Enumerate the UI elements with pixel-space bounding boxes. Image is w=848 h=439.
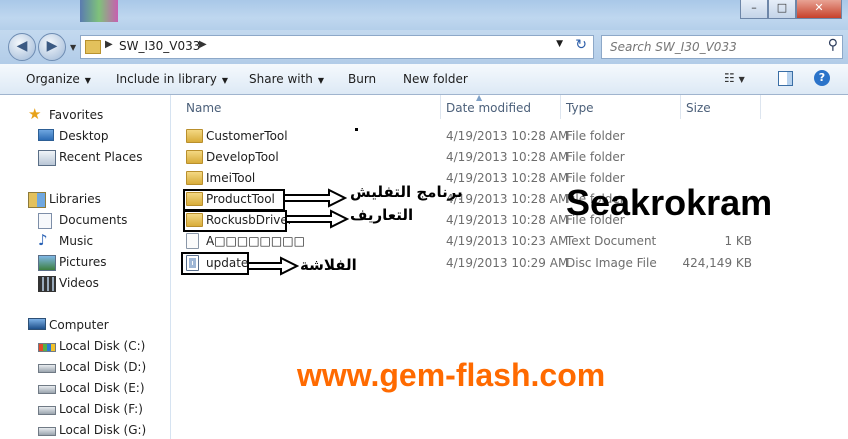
back-arrow-icon: ◀ xyxy=(16,38,28,54)
change-view-button[interactable]: ☷ ▼ xyxy=(724,71,745,85)
libraries-icon xyxy=(28,192,46,208)
burn-button[interactable]: Burn xyxy=(348,72,376,86)
annotation-flashing-program: برنامج التفليش xyxy=(350,183,463,201)
documents-icon xyxy=(38,213,52,229)
arrow-icon xyxy=(283,188,347,208)
desktop-icon xyxy=(38,129,54,141)
chevron-down-icon: ▼ xyxy=(317,76,325,85)
title-bar: – □ ✕ xyxy=(0,0,848,30)
highlight-box-update xyxy=(181,252,249,275)
search-input[interactable] xyxy=(608,39,812,55)
refresh-icon[interactable]: ↻ xyxy=(575,37,587,53)
column-header-name[interactable]: Name xyxy=(186,101,221,115)
navigation-pane: ★ Favorites Desktop Recent Places Librar… xyxy=(0,95,171,439)
recent-places-icon xyxy=(38,150,56,166)
stray-dot xyxy=(355,128,358,131)
include-in-library-button[interactable]: Include in library ▼ xyxy=(116,72,228,86)
search-box[interactable]: ⚲ xyxy=(601,35,843,59)
highlight-box-producttool xyxy=(183,189,285,211)
forward-arrow-icon: ▶ xyxy=(46,38,58,54)
column-divider[interactable] xyxy=(440,95,441,119)
recent-pages-dropdown[interactable]: ▼ xyxy=(70,43,76,52)
watermark-brand: Seakrokram xyxy=(566,182,773,223)
computer-icon xyxy=(28,318,46,330)
file-row[interactable]: A□□□□□□□□ 4/19/2013 10:23 AM Text Docume… xyxy=(172,231,772,251)
column-divider[interactable] xyxy=(560,95,561,119)
chevron-down-icon: ▼ xyxy=(738,75,745,84)
annotation-drivers: التعاريف xyxy=(350,206,414,224)
breadcrumb-current[interactable]: SW_I30_V033 xyxy=(119,39,200,53)
back-button[interactable]: ◀ xyxy=(8,33,36,61)
pictures-icon xyxy=(38,255,56,271)
file-row[interactable]: CustomerTool 4/19/2013 10:28 AM File fol… xyxy=(172,126,772,146)
column-header-size[interactable]: Size xyxy=(686,101,711,115)
highlight-box-rockusbdriver xyxy=(183,210,287,232)
minimize-button[interactable]: – xyxy=(740,0,768,19)
maximize-button[interactable]: □ xyxy=(768,0,796,19)
forward-button[interactable]: ▶ xyxy=(38,33,66,61)
folder-icon xyxy=(85,40,101,54)
column-headers: ▲ Name Date modified Type Size xyxy=(172,93,838,119)
organize-button[interactable]: Organize ▼ xyxy=(26,72,91,86)
new-folder-button[interactable]: New folder xyxy=(403,72,468,86)
watermark-url: www.gem-flash.com xyxy=(297,357,606,393)
text-document-icon xyxy=(186,233,199,249)
help-icon[interactable]: ? xyxy=(814,70,830,86)
chevron-down-icon: ▼ xyxy=(221,76,229,85)
column-divider[interactable] xyxy=(680,95,681,119)
chevron-down-icon: ▼ xyxy=(84,76,91,85)
column-header-date-modified[interactable]: Date modified xyxy=(446,101,531,115)
breadcrumb-separator-icon[interactable]: ▶ xyxy=(199,39,207,50)
preview-pane-icon[interactable] xyxy=(778,71,793,86)
view-icon: ☷ xyxy=(724,71,735,85)
annotation-firmware: الفلاشة xyxy=(300,256,357,274)
close-button[interactable]: ✕ xyxy=(796,0,842,19)
drive-icon xyxy=(38,364,56,373)
column-header-type[interactable]: Type xyxy=(566,101,594,115)
system-drive-icon xyxy=(38,343,56,352)
folder-icon xyxy=(186,129,203,143)
navigation-bar: ◀ ▶ ▼ ▶ SW_I30_V033 ▶ ▼ ↻ ⚲ xyxy=(0,30,848,64)
music-icon: ♪ xyxy=(38,231,48,249)
address-bar[interactable]: ▶ SW_I30_V033 ▶ ▼ ↻ xyxy=(80,35,594,59)
arrow-icon xyxy=(247,256,299,276)
window-controls: – □ ✕ xyxy=(740,0,842,19)
star-icon: ★ xyxy=(28,105,42,123)
file-row[interactable]: DevelopTool 4/19/2013 10:28 AM File fold… xyxy=(172,147,772,167)
videos-icon xyxy=(38,276,56,292)
breadcrumb-separator-icon[interactable]: ▶ xyxy=(105,39,113,50)
drive-icon xyxy=(38,406,56,415)
search-icon[interactable]: ⚲ xyxy=(828,37,838,53)
drive-icon xyxy=(38,385,56,394)
share-with-button[interactable]: Share with ▼ xyxy=(249,72,324,86)
folder-icon xyxy=(186,150,203,164)
drive-icon xyxy=(38,427,56,436)
address-dropdown-icon[interactable]: ▼ xyxy=(556,39,563,49)
command-toolbar: Organize ▼ Include in library ▼ Share with… xyxy=(0,64,848,95)
arrow-icon xyxy=(285,209,349,229)
column-divider[interactable] xyxy=(760,95,761,119)
folder-icon xyxy=(186,171,203,185)
window-thumbnail xyxy=(80,0,118,22)
